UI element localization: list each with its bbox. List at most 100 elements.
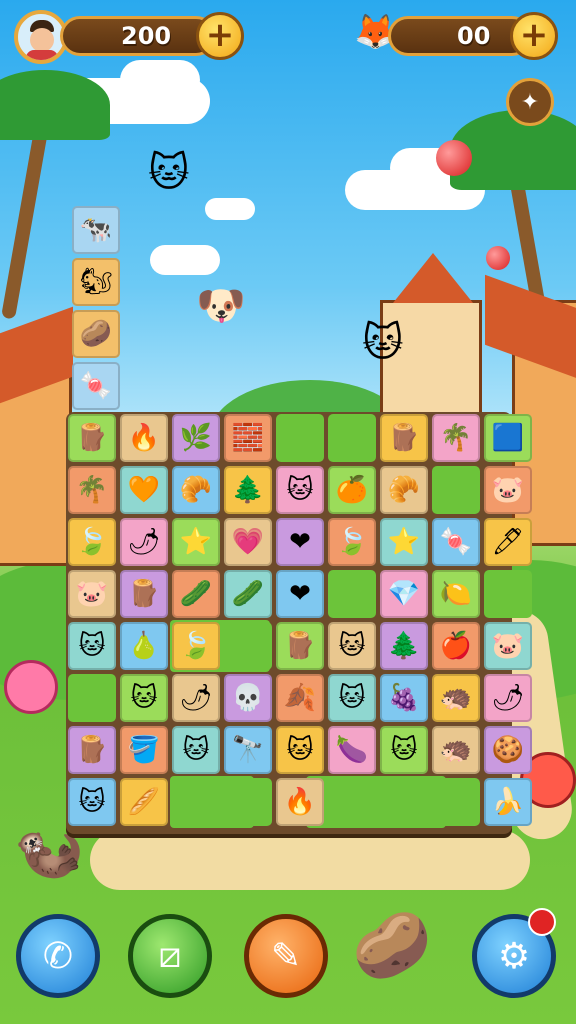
- board-tile[interactable]: [432, 778, 480, 826]
- board-tile[interactable]: 🍃: [68, 518, 116, 566]
- gear-icon: ⚙: [497, 935, 531, 977]
- board-tile[interactable]: 🐷: [484, 466, 532, 514]
- board-tile[interactable]: 🍇: [380, 674, 428, 722]
- board-tile[interactable]: [328, 778, 376, 826]
- cherry-icon: [436, 140, 472, 176]
- board-tile[interactable]: 🖊: [484, 518, 532, 566]
- board-tile[interactable]: 🍋: [432, 570, 480, 618]
- shuffle-button[interactable]: ⧄: [128, 914, 212, 998]
- board-tile[interactable]: 🥐: [380, 466, 428, 514]
- potato-character-icon: 🥔: [352, 909, 432, 983]
- board-tile[interactable]: [328, 414, 376, 462]
- board-tile[interactable]: 🪵: [380, 414, 428, 462]
- bone-icon: ✦: [520, 89, 540, 115]
- game-board: 🪵 🔥 🌿 🧱 🪵 🌴 🟦 🌴 🧡 🥐 🌲 🐱 🍊 🥐 🐷 🍃 🌶 ⭐ 💗 ❤ 🍃 ⭐ 🍬 🖊 🐷 🪵 🥒 🥒 ❤ 💎 🍋 🐱 🍐 🍃 🪵 🐱 🌲 🍎 🐷 🐱…: [66, 412, 532, 834]
- board-tile[interactable]: 🦔: [432, 674, 480, 722]
- board-tile[interactable]: 🍃: [328, 518, 376, 566]
- cherry-icon: [486, 246, 510, 270]
- shuffle-icon: ⧄: [158, 935, 182, 976]
- board-tile[interactable]: 🐷: [484, 622, 532, 670]
- board-tile[interactable]: 🍂: [276, 674, 324, 722]
- board-tile[interactable]: 🌲: [380, 622, 428, 670]
- board-tile[interactable]: [276, 414, 324, 462]
- board-tile[interactable]: 🌴: [432, 414, 480, 462]
- board-tile[interactable]: 🔥: [120, 414, 168, 462]
- tower-tile[interactable]: 🐿: [72, 258, 120, 306]
- board-tile[interactable]: 🌶: [120, 518, 168, 566]
- board-tile[interactable]: 🍊: [328, 466, 376, 514]
- board-tile[interactable]: 🐷: [68, 570, 116, 618]
- cat-character-icon: 🐱: [362, 320, 404, 366]
- board-tile[interactable]: 🐱: [120, 674, 168, 722]
- add-gems-button[interactable]: +: [510, 12, 558, 60]
- board-tile[interactable]: 💀: [224, 674, 272, 722]
- board-tile[interactable]: 🪵: [276, 622, 324, 670]
- board-tile[interactable]: ⭐: [380, 518, 428, 566]
- cloud: [150, 245, 220, 275]
- board-tile[interactable]: 🪵: [120, 570, 168, 618]
- board-tile[interactable]: ⭐: [172, 518, 220, 566]
- board-tile[interactable]: 💎: [380, 570, 428, 618]
- tower-tile[interactable]: 🐄: [72, 206, 120, 254]
- board-tile[interactable]: 🍌: [484, 778, 532, 826]
- notification-dot: [528, 908, 556, 936]
- board-tile[interactable]: [380, 778, 428, 826]
- board-tile[interactable]: 🥒: [224, 570, 272, 618]
- board-tile[interactable]: 🐱: [68, 622, 116, 670]
- coin-count: 200: [121, 22, 172, 50]
- board-tile[interactable]: ❤: [276, 570, 324, 618]
- board-tile[interactable]: 🟦: [484, 414, 532, 462]
- board-tile[interactable]: 💗: [224, 518, 272, 566]
- pencil-button[interactable]: ✎: [244, 914, 328, 998]
- add-coins-button[interactable]: +: [196, 12, 244, 60]
- board-tile[interactable]: 🐱: [380, 726, 428, 774]
- board-tile[interactable]: [328, 570, 376, 618]
- cloud: [205, 198, 255, 220]
- reward-button[interactable]: ✦: [506, 78, 554, 126]
- board-tile[interactable]: 🥐: [172, 466, 220, 514]
- board-tile[interactable]: [484, 570, 532, 618]
- board-tile[interactable]: ❤: [276, 518, 324, 566]
- cat-character-icon: 🐱: [148, 150, 190, 196]
- board-tile[interactable]: 🐱: [276, 466, 324, 514]
- board-tile[interactable]: 🍆: [328, 726, 376, 774]
- pencil-icon: ✎: [270, 935, 302, 977]
- board-tile[interactable]: 🪵: [68, 414, 116, 462]
- board-tile[interactable]: 🪵: [68, 726, 116, 774]
- coin-counter: 200: [60, 16, 216, 56]
- board-tile[interactable]: 🔥: [276, 778, 324, 826]
- tower-tile[interactable]: 🍬: [72, 362, 120, 410]
- board-tile[interactable]: 🌶: [172, 674, 220, 722]
- board-tile[interactable]: 🔭: [224, 726, 272, 774]
- phone-icon: ✆: [42, 935, 74, 977]
- board-tile[interactable]: 🌶: [484, 674, 532, 722]
- board-tile[interactable]: [432, 466, 480, 514]
- board-tile[interactable]: [68, 674, 116, 722]
- board-tile[interactable]: 🐱: [328, 622, 376, 670]
- board-tile[interactable]: [224, 622, 272, 670]
- board-tile[interactable]: 🍎: [432, 622, 480, 670]
- board-tile[interactable]: 🍐: [120, 622, 168, 670]
- board-tile[interactable]: [224, 778, 272, 826]
- board-tile[interactable]: 🍃: [172, 622, 220, 670]
- board-tile[interactable]: 🐱: [68, 778, 116, 826]
- tower-tile[interactable]: 🥔: [72, 310, 120, 358]
- board-tile[interactable]: 🧱: [224, 414, 272, 462]
- board-tile[interactable]: 🦔: [432, 726, 480, 774]
- call-button[interactable]: ✆: [16, 914, 100, 998]
- dirt-path: [90, 830, 530, 890]
- board-tile[interactable]: 🌲: [224, 466, 272, 514]
- board-tile[interactable]: 🥒: [172, 570, 220, 618]
- dog-character-icon: 🐶: [196, 283, 246, 329]
- board-tile[interactable]: 🍪: [484, 726, 532, 774]
- board-tile[interactable]: 🥖: [120, 778, 168, 826]
- board-tile[interactable]: 🍬: [432, 518, 480, 566]
- board-tile[interactable]: 🐱: [328, 674, 376, 722]
- board-tile[interactable]: 🐱: [172, 726, 220, 774]
- board-tile[interactable]: [172, 778, 220, 826]
- board-tile[interactable]: 🌿: [172, 414, 220, 462]
- board-tile[interactable]: 🐱: [276, 726, 324, 774]
- board-tile[interactable]: 🪣: [120, 726, 168, 774]
- board-tile[interactable]: 🌴: [68, 466, 116, 514]
- board-tile[interactable]: 🧡: [120, 466, 168, 514]
